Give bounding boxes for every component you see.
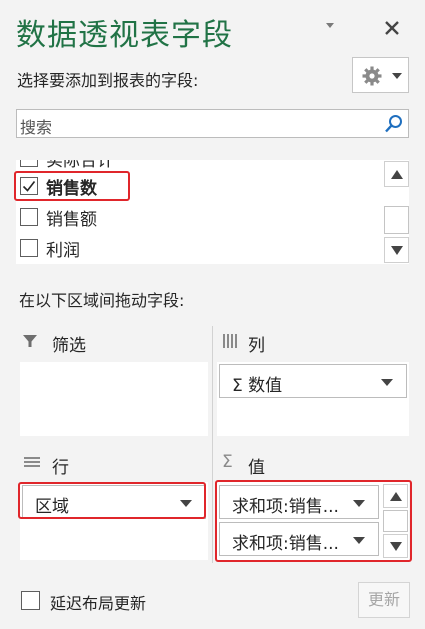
filter-icon bbox=[23, 335, 37, 347]
gear-icon bbox=[362, 66, 382, 86]
columns-area-label: 列 bbox=[248, 336, 265, 356]
field-checkbox[interactable] bbox=[20, 208, 38, 226]
filters-drop-zone[interactable] bbox=[20, 362, 208, 436]
filters-area-label: 筛选 bbox=[52, 336, 86, 356]
values-area-label: 值 bbox=[248, 458, 265, 478]
scroll-thumb[interactable] bbox=[384, 206, 409, 234]
defer-update-label: 延迟布局更新 bbox=[50, 594, 147, 613]
scroll-up-button[interactable] bbox=[384, 161, 409, 187]
sigma-icon: Σ bbox=[222, 452, 233, 472]
tools-button[interactable] bbox=[352, 57, 409, 93]
area-divider bbox=[212, 326, 213, 563]
field-label: 实际合计 bbox=[46, 160, 114, 171]
highlight-box bbox=[18, 482, 206, 519]
field-item[interactable]: 销售额 bbox=[16, 202, 376, 232]
scroll-down-button[interactable] bbox=[384, 237, 409, 263]
rows-area-label: 行 bbox=[52, 458, 69, 478]
choose-fields-label: 选择要添加到报表的字段: bbox=[17, 71, 199, 90]
drag-fields-label: 在以下区域间拖动字段: bbox=[19, 291, 185, 310]
columns-icon bbox=[223, 334, 237, 348]
chevron-down-icon bbox=[392, 73, 402, 79]
field-item[interactable]: 利润 bbox=[16, 233, 376, 263]
field-list-scrollbar[interactable] bbox=[384, 160, 409, 264]
field-checkbox[interactable] bbox=[20, 160, 38, 167]
search-icon[interactable] bbox=[383, 113, 405, 135]
highlight-box bbox=[14, 171, 130, 201]
field-search-input[interactable]: 搜索 bbox=[16, 109, 409, 138]
dropdown-arrow-icon[interactable] bbox=[381, 379, 393, 386]
rows-icon bbox=[24, 457, 40, 467]
columns-drop-zone[interactable]: Σ 数值 bbox=[217, 362, 409, 436]
field-label: 销售额 bbox=[46, 210, 97, 230]
field-label: 利润 bbox=[46, 241, 80, 261]
search-placeholder: 搜索 bbox=[20, 118, 53, 137]
update-button[interactable]: 更新 bbox=[358, 582, 410, 618]
pane-title: 数据透视表字段 bbox=[16, 18, 233, 53]
columns-field-pill[interactable]: Σ 数值 bbox=[219, 364, 407, 398]
defer-update-checkbox[interactable] bbox=[21, 591, 40, 610]
close-icon[interactable] bbox=[378, 14, 406, 42]
triangle-down-icon bbox=[391, 246, 403, 255]
chevron-down-icon[interactable] bbox=[318, 14, 342, 38]
triangle-up-icon bbox=[391, 170, 403, 179]
field-checkbox[interactable] bbox=[20, 239, 38, 257]
pill-label: Σ 数值 bbox=[232, 376, 283, 396]
highlight-box bbox=[215, 480, 412, 562]
